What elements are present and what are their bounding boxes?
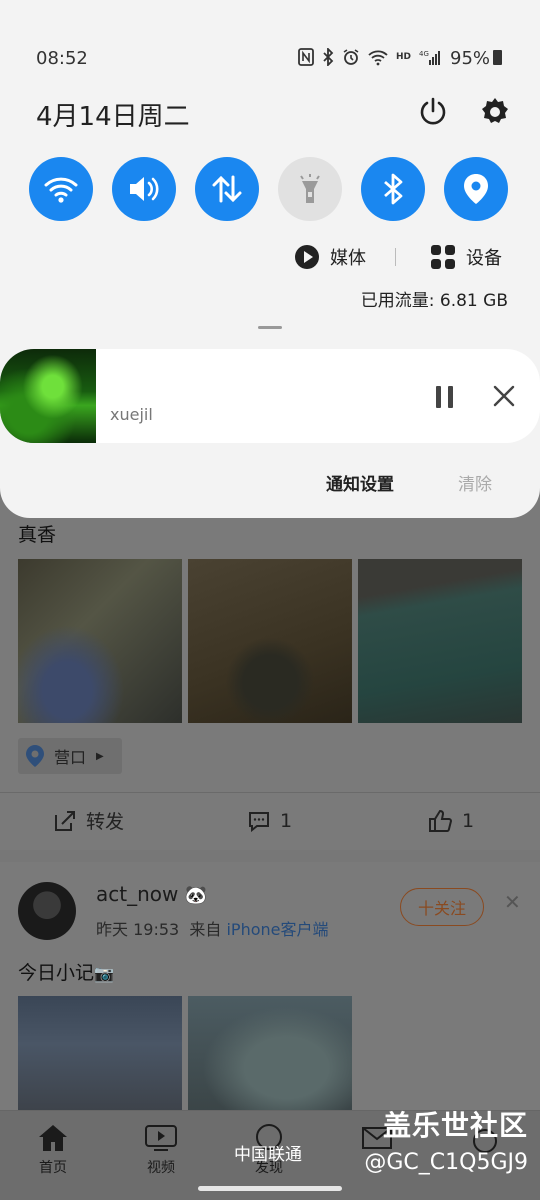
- nav-home[interactable]: 首页: [18, 1123, 88, 1177]
- clear-button[interactable]: 清除: [458, 470, 492, 495]
- nav-home-label: 首页: [39, 1160, 67, 1176]
- repost-label: 转发: [86, 811, 125, 833]
- location-label: 营口: [54, 748, 87, 767]
- sound-toggle[interactable]: [112, 157, 176, 221]
- pause-icon[interactable]: [434, 384, 456, 410]
- notification-settings-button[interactable]: 通知设置: [326, 470, 394, 495]
- battery: 95%: [450, 48, 503, 69]
- signal-icon: 4G: [419, 50, 441, 65]
- nfc-icon: [298, 48, 314, 66]
- hd-icon: HD: [396, 52, 412, 62]
- panel-expand-handle[interactable]: [258, 326, 282, 329]
- nav-video-label: 视频: [147, 1160, 175, 1176]
- devices-grid-icon: [431, 245, 455, 269]
- location-pin-icon: [26, 745, 44, 767]
- devices-button[interactable]: 设备: [430, 242, 502, 272]
- alarm-icon: [343, 49, 359, 65]
- gear-icon[interactable]: [480, 97, 510, 127]
- close-icon[interactable]: [492, 384, 516, 408]
- home-icon: [39, 1125, 67, 1151]
- bluetooth-icon: [384, 173, 403, 205]
- notification-shade: 08:52 HD 4G 95% 4月14日周二 媒体 设备 已用流量: 6.81…: [0, 0, 540, 518]
- post-meta: 昨天 19:53 来自 iPhone客户端: [96, 920, 329, 939]
- feed-post[interactable]: act_now 🐼 昨天 19:53 来自 iPhone客户端 十关注 ✕ 今日…: [0, 862, 540, 1116]
- dismiss-icon[interactable]: ✕: [504, 890, 521, 914]
- post-image-2[interactable]: [188, 559, 352, 723]
- media-notification[interactable]: xuejil: [0, 349, 540, 443]
- play-circle-icon: [295, 245, 319, 269]
- media-label: 媒体: [330, 248, 366, 269]
- repost-icon: [55, 810, 75, 831]
- thumbs-up-icon: [429, 809, 452, 832]
- location-icon: [464, 174, 488, 204]
- media-output-button[interactable]: 媒体: [294, 242, 366, 272]
- location-tag[interactable]: 营口 ▶: [18, 738, 122, 774]
- speaker-icon: [130, 177, 159, 201]
- watermark: 盖乐世社区 @GC_C1Q5GJ9: [364, 1104, 528, 1175]
- battery-icon: [493, 50, 503, 65]
- flashlight-toggle[interactable]: [278, 157, 342, 221]
- nav-video[interactable]: 视频: [126, 1123, 196, 1177]
- repost-button[interactable]: 转发: [54, 807, 124, 834]
- camera-emoji-icon: 📷: [94, 964, 114, 983]
- follow-button[interactable]: 十关注: [400, 888, 484, 926]
- panda-emoji-icon: 🐼: [184, 885, 208, 906]
- location-toggle[interactable]: [444, 157, 508, 221]
- like-count: 1: [462, 809, 475, 832]
- battery-level: 95%: [450, 48, 491, 69]
- divider: [395, 248, 396, 266]
- watermark-title: 盖乐世社区: [382, 1109, 528, 1142]
- post-image-3[interactable]: [358, 559, 522, 723]
- data-usage: 已用流量: 6.81 GB: [360, 291, 508, 311]
- album-cover: [0, 349, 96, 443]
- video-icon: [145, 1125, 177, 1151]
- chevron-right-icon: ▶: [96, 750, 104, 762]
- post-text: 真香: [18, 524, 57, 546]
- like-button[interactable]: 1: [428, 809, 475, 832]
- mobile-data-toggle[interactable]: [195, 157, 259, 221]
- post-text: 今日小记📷: [18, 962, 114, 984]
- svg-text:4G: 4G: [419, 50, 429, 58]
- flashlight-icon: [300, 174, 320, 203]
- comment-count: 1: [280, 809, 293, 832]
- devices-label: 设备: [466, 248, 502, 269]
- post-image-2[interactable]: [188, 996, 352, 1116]
- wifi-icon: [44, 177, 78, 203]
- status-bar: 08:52 HD 4G 95%: [0, 40, 540, 76]
- post-image-1[interactable]: [18, 996, 182, 1116]
- wifi-toggle[interactable]: [29, 157, 93, 221]
- gesture-handle[interactable]: [198, 1186, 342, 1191]
- post-actions: 转发 1 1: [0, 792, 540, 848]
- wifi-status-icon: [368, 50, 388, 66]
- watermark-handle: @GC_C1Q5GJ9: [364, 1150, 528, 1175]
- avatar[interactable]: [18, 882, 76, 940]
- status-icons: HD 4G: [298, 48, 441, 66]
- comment-icon: [249, 811, 269, 832]
- carrier-label: 中国联通: [234, 1145, 302, 1165]
- power-icon[interactable]: [418, 97, 448, 127]
- clock: 08:52: [36, 48, 88, 69]
- feed-post[interactable]: 真香 营口 ▶ 转发 1 1: [0, 500, 540, 850]
- username[interactable]: act_now 🐼: [96, 882, 207, 906]
- artist-name: xuejil: [110, 405, 153, 424]
- bluetooth-status-icon: [323, 48, 334, 66]
- data-transfer-icon: [212, 175, 242, 203]
- comment-button[interactable]: 1: [248, 810, 292, 832]
- bluetooth-toggle[interactable]: [361, 157, 425, 221]
- date: 4月14日周二: [36, 102, 190, 132]
- post-image-1[interactable]: [18, 559, 182, 723]
